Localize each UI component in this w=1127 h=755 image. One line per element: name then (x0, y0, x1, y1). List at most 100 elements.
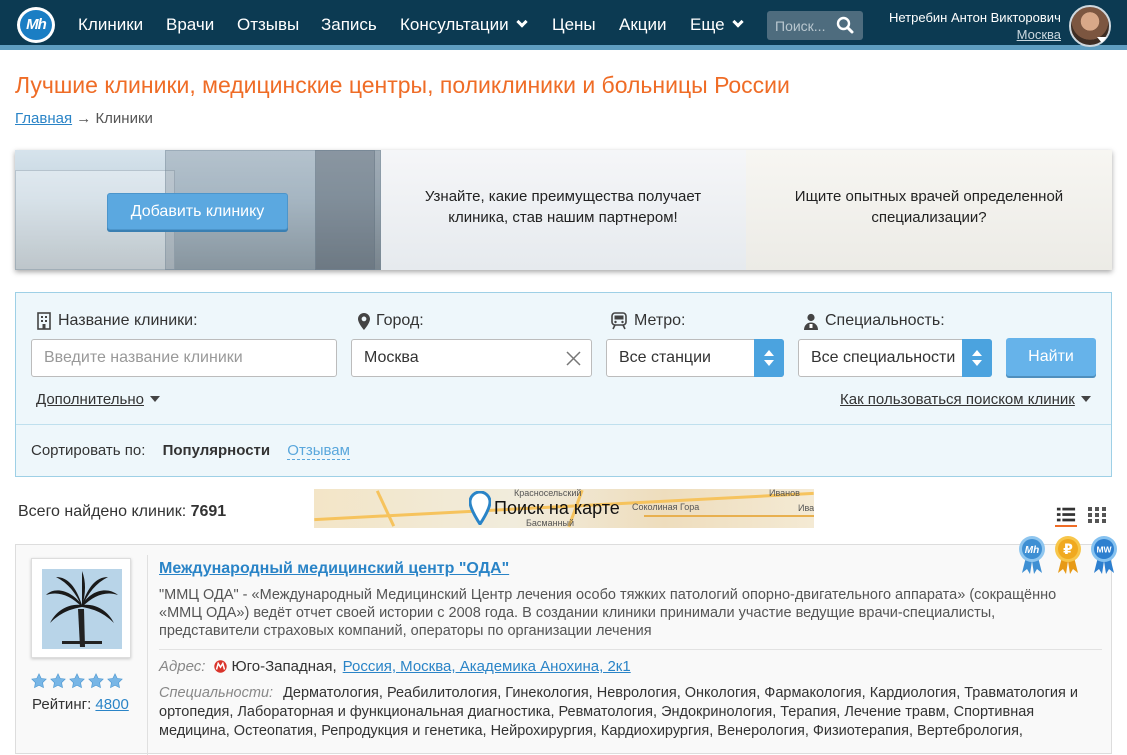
breadcrumb-separator: → (76, 110, 92, 127)
top-navbar: Mh Клиники Врачи Отзывы Запись Консульта… (0, 0, 1127, 50)
nav-appointment[interactable]: Запись (321, 15, 377, 35)
sort-reviews[interactable]: Отзывам (287, 442, 350, 460)
clinic-title-link[interactable]: Международный медицинский центр "ОДА" (159, 560, 509, 578)
chevron-down-icon (515, 16, 528, 28)
city-label-text: Город: (376, 312, 424, 329)
palm-tree-icon (42, 569, 122, 649)
partner-text: Узнайте, какие преимущества получает кли… (424, 188, 702, 226)
how-to-search-label: Как пользоваться поиском клиник (840, 391, 1075, 408)
nav-promotions[interactable]: Акции (619, 15, 667, 35)
search-input[interactable] (767, 11, 837, 40)
clinic-description: "ММЦ ОДА" - «Международный Медицинский Ц… (159, 587, 1057, 639)
logo-text: Mh (20, 10, 52, 40)
nav-consultations-label: Консультации (400, 15, 509, 34)
metro-label: Метро: (610, 312, 685, 330)
building-icon (37, 312, 51, 330)
add-clinic-button[interactable]: Добавить клинику (107, 193, 288, 230)
banner-partner-panel[interactable]: Узнайте, какие преимущества получает кли… (381, 150, 746, 270)
find-button[interactable]: Найти (1006, 338, 1096, 376)
mh-award-badge-icon[interactable]: Mh (1018, 535, 1046, 575)
banner-add-clinic-panel: Добавить клинику (15, 150, 381, 270)
more-filters-link[interactable]: Дополнительно (36, 391, 160, 408)
badge-mh-text: Mh (1025, 545, 1039, 556)
map-street-label: Иванов (769, 489, 800, 498)
divider (147, 555, 148, 755)
specialties-label: Специальности: (159, 685, 274, 701)
select-arrows-icon (754, 339, 784, 377)
star-icon (107, 673, 123, 689)
clinic-card: Рейтинг: 4800 Международный медицинский … (15, 544, 1112, 755)
city-field[interactable]: Москва (351, 339, 592, 377)
breadcrumb: Главная → Клиники (15, 110, 153, 127)
breadcrumb-home[interactable]: Главная (15, 110, 72, 127)
specialty-select[interactable]: Все специальности (798, 339, 992, 377)
caret-down-icon (1080, 396, 1091, 402)
nav-doctors[interactable]: Врачи (166, 15, 214, 35)
city-label: Город: (358, 312, 424, 330)
map-road (644, 515, 814, 517)
total-count: 7691 (190, 503, 227, 520)
nav-clinics[interactable]: Клиники (78, 15, 143, 35)
how-to-search-link[interactable]: Как пользоваться поиском клиник (840, 391, 1091, 408)
badge-ruble-text: ₽ (1063, 542, 1073, 558)
user-name[interactable]: Нетребин Антон Викторович (889, 10, 1061, 25)
star-icon (88, 673, 104, 689)
specialty-label: Специальность: (803, 312, 945, 330)
nav-prices[interactable]: Цены (552, 15, 596, 35)
nav-more[interactable]: Еще (690, 15, 744, 35)
map-search-banner[interactable]: Иванов Ива Соколиная Гора Басманный Крас… (314, 489, 814, 528)
chevron-down-icon (731, 16, 744, 28)
breadcrumb-current: Клиники (95, 110, 153, 127)
specialty-value: Все специальности (811, 349, 956, 366)
select-arrows-icon (962, 339, 992, 377)
metro-station: Юго-Западная, (231, 658, 337, 675)
badge-mw-text: MW (1096, 545, 1112, 555)
star-icon (50, 673, 66, 689)
metro-icon (214, 660, 228, 673)
mw-award-badge-icon[interactable]: MW (1090, 535, 1118, 575)
map-street-label: Соколиная Гора (632, 502, 700, 512)
star-icon (69, 673, 85, 689)
clear-icon[interactable] (566, 351, 581, 366)
address-link[interactable]: Россия, Москва, Академика Анохина, 2к1 (343, 658, 631, 675)
caret-down-icon (149, 396, 160, 402)
map-marker-icon (358, 312, 370, 330)
grid-view-icon[interactable] (1087, 505, 1107, 525)
sort-popularity[interactable]: Популярности (163, 442, 271, 459)
doctor-icon (804, 313, 818, 330)
site-logo[interactable]: Mh (17, 7, 55, 43)
map-street-label: Ива (798, 503, 814, 513)
rating-stars (31, 673, 123, 689)
page-title: Лучшие клиники, медицинские центры, поли… (15, 72, 790, 98)
more-filters-label: Дополнительно (36, 391, 144, 408)
list-view-icon[interactable] (1055, 505, 1077, 527)
clinic-search-filter: Название клиники: Город: Москва Метро: В… (15, 292, 1112, 477)
sort-label: Сортировать по: (31, 442, 146, 459)
sort-bar: Сортировать по: Популярности Отзывам (31, 442, 350, 460)
clinic-logo[interactable] (31, 558, 131, 658)
rating-label: Рейтинг: (32, 696, 92, 713)
divider (16, 424, 1111, 425)
search-icon[interactable] (836, 16, 854, 34)
promo-banner: Добавить клинику Узнайте, какие преимуще… (15, 150, 1112, 270)
clinic-name-input[interactable] (31, 339, 337, 377)
rating-value-link[interactable]: 4800 (95, 696, 128, 713)
clinic-rating: Рейтинг: 4800 (32, 696, 129, 713)
clinic-specialties: Специальности: Дерматология, Реабилитоло… (159, 684, 1104, 741)
metro-select[interactable]: Все станции (606, 339, 784, 377)
nav-reviews[interactable]: Отзывы (237, 15, 299, 35)
nav-more-label: Еще (690, 15, 725, 34)
clinic-address: Адрес: Юго-Западная, Россия, Москва, Ака… (159, 658, 631, 675)
address-label: Адрес: (159, 658, 206, 675)
nav-consultations[interactable]: Консультации (400, 15, 528, 35)
caret-down-icon[interactable] (1097, 37, 1107, 43)
user-city-link[interactable]: Москва (1017, 27, 1061, 42)
total-found: Всего найдено клиник: 7691 (18, 503, 226, 521)
metro-label-text: Метро: (634, 312, 686, 329)
star-icon (31, 673, 47, 689)
site-search (767, 11, 863, 40)
building-image (315, 150, 381, 270)
ruble-award-badge-icon[interactable]: ₽ (1054, 535, 1082, 575)
banner-doctors-panel[interactable]: Ищите опытных врачей определенной специа… (746, 150, 1112, 270)
map-pin-icon (469, 491, 491, 525)
